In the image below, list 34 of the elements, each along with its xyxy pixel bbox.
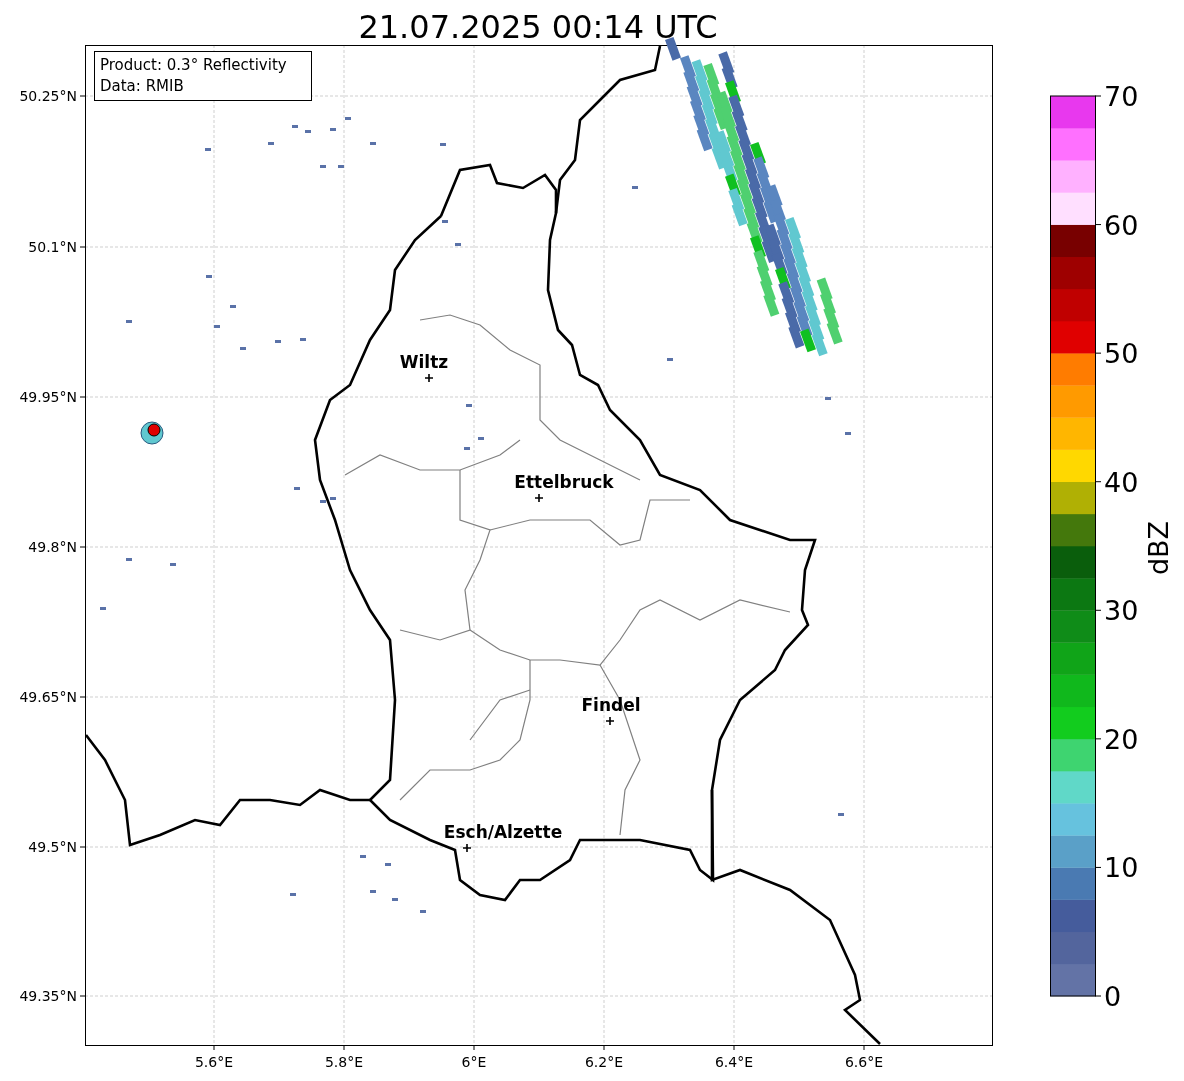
colorbar-tick-label: 10 — [1104, 852, 1139, 884]
city-marker-icon — [534, 493, 544, 503]
colorbar-tick-label: 70 — [1104, 81, 1139, 112]
figure-title: 21.07.2025 00:14 UTC — [358, 8, 718, 46]
city-marker-icon — [605, 716, 615, 726]
latitude-tick-label: 50.1°N — [28, 239, 77, 255]
colorbar-tick-label: 0 — [1104, 981, 1122, 1012]
radar-site-icon — [140, 421, 164, 445]
colorbar-tick-label: 60 — [1104, 209, 1139, 241]
colorbar-tick-label: 50 — [1104, 338, 1139, 370]
longitude-tick-label: 6.2°E — [584, 1054, 624, 1070]
latitude-tick-label: 49.65°N — [19, 689, 77, 705]
latitude-tick-label: 49.5°N — [28, 839, 77, 855]
city-label: Ettelbruck — [514, 472, 614, 492]
city-label: Wiltz — [399, 352, 449, 372]
info-text: Data: RMIB — [100, 77, 184, 95]
city-marker-icon — [462, 843, 472, 853]
longitude-tick-label: 6.4°E — [714, 1054, 754, 1070]
city-label: Findel — [581, 695, 641, 715]
colorbar-tick-label: 20 — [1104, 723, 1139, 755]
colorbar-label: dBZ — [1143, 520, 1174, 576]
city-marker-icon — [424, 373, 434, 383]
colorbar-tick-label: 30 — [1104, 595, 1139, 627]
city-label: Esch/Alzette — [443, 822, 563, 842]
longitude-tick-label: 6.6°E — [844, 1054, 884, 1070]
latitude-tick-label: 49.8°N — [28, 539, 77, 555]
longitude-tick-label: 5.6°E — [194, 1054, 234, 1070]
longitude-tick-label: 6°E — [461, 1054, 487, 1070]
latitude-tick-label: 49.95°N — [19, 389, 77, 405]
colorbar-tick-label: 40 — [1104, 466, 1139, 498]
info-text: Product: 0.3° Reflectivity — [100, 56, 287, 74]
latitude-tick-label: 50.25°N — [19, 88, 77, 104]
latitude-tick-label: 49.35°N — [19, 988, 77, 1004]
longitude-tick-label: 5.8°E — [324, 1054, 364, 1070]
